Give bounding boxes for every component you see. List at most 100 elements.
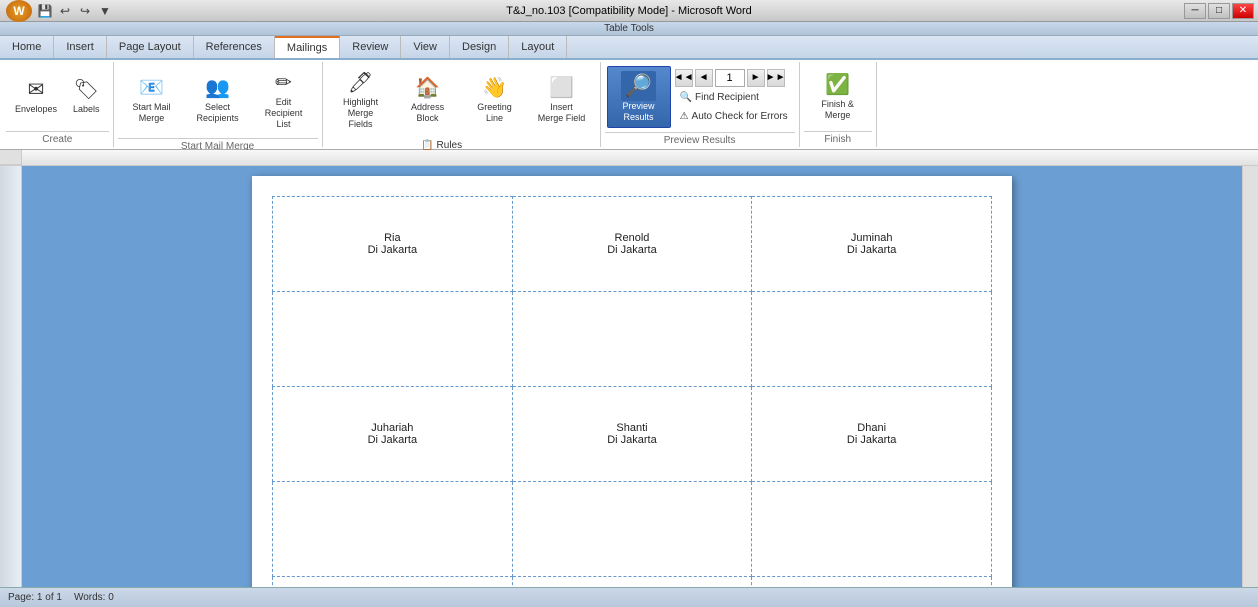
table-row <box>273 482 992 577</box>
select-recipients-icon: 👥 <box>205 76 230 100</box>
restore-button[interactable]: □ <box>1208 3 1230 19</box>
page-container[interactable]: RiaDi JakartaRenoldDi JakartaJuminahDi J… <box>22 166 1242 587</box>
tab-design[interactable]: Design <box>450 36 509 58</box>
window-title: T&J_no.103 [Compatibility Mode] - Micros… <box>506 5 752 17</box>
cell-location: Di Jakarta <box>517 434 748 446</box>
tab-page-layout[interactable]: Page Layout <box>107 36 194 58</box>
find-recipient-button[interactable]: 🔍 Find Recipient <box>675 89 793 106</box>
table-cell: DhaniDi Jakarta <box>752 387 992 482</box>
table-cell: Ade.SDi Jakarta| <box>752 577 992 588</box>
start-mail-merge-icon: 📧 <box>139 76 164 100</box>
edit-recipient-list-icon: ✏ <box>275 71 292 95</box>
vertical-scrollbar[interactable] <box>1242 166 1258 587</box>
status-bar: Page: 1 of 1 Words: 0 <box>0 587 1258 607</box>
finish-group-label: Finish <box>804 131 872 145</box>
table-cell <box>273 482 513 577</box>
dropdown-quick-btn[interactable]: ▼ <box>96 3 114 19</box>
finish-content: ✅ Finish & Merge <box>804 64 872 129</box>
preview-results-label: Preview Results <box>605 132 795 146</box>
auto-check-errors-button[interactable]: ⚠ Auto Check for Errors <box>675 108 793 125</box>
envelopes-icon: ✉ <box>28 78 45 102</box>
insert-merge-field-button[interactable]: ⬜ Insert Merge Field <box>530 70 594 130</box>
highlight-icon: 🖊 <box>348 71 373 95</box>
cell-location: Di Jakarta <box>277 244 508 256</box>
table-cell: RiaDi Jakarta <box>273 197 513 292</box>
quick-access-toolbar: W 💾 ↩ ↪ ▼ <box>4 0 114 22</box>
merge-table: RiaDi JakartaRenoldDi JakartaJuminahDi J… <box>272 196 992 587</box>
cell-location: Di Jakarta <box>756 434 987 446</box>
table-cell: ShantiDi Jakarta <box>512 387 752 482</box>
table-row: DzainalDi JakartaMaulanaDi JakartaAde.SD… <box>273 577 992 588</box>
save-quick-btn[interactable]: 💾 <box>36 3 54 19</box>
create-group-content: ✉ Envelopes 🏷 Labels <box>6 64 109 129</box>
ribbon-tabs: Home Insert Page Layout References Maili… <box>0 36 1258 58</box>
word-page: RiaDi JakartaRenoldDi JakartaJuminahDi J… <box>252 176 1012 587</box>
table-cell: MaulanaDi Jakarta <box>512 577 752 588</box>
create-group: ✉ Envelopes 🏷 Labels Create <box>2 62 114 147</box>
table-tools-header: Table Tools <box>0 22 1258 36</box>
finish-merge-icon: ✅ <box>825 73 850 97</box>
ribbon: Home Insert Page Layout References Maili… <box>0 36 1258 60</box>
tab-mailings[interactable]: Mailings <box>275 36 340 58</box>
greeting-line-icon: 👋 <box>482 76 507 100</box>
words-status: Words: 0 <box>74 592 114 603</box>
tab-references[interactable]: References <box>194 36 275 58</box>
cell-name: Shanti <box>517 422 748 434</box>
insert-merge-field-icon: ⬜ <box>549 76 574 100</box>
document-area: RiaDi JakartaRenoldDi JakartaJuminahDi J… <box>0 166 1258 587</box>
table-row: JuhariahDi JakartaShantiDi JakartaDhaniD… <box>273 387 992 482</box>
table-cell <box>512 482 752 577</box>
address-block-icon: 🏠 <box>415 76 440 100</box>
finish-merge-button[interactable]: ✅ Finish & Merge <box>806 67 870 127</box>
finish-group: ✅ Finish & Merge Finish <box>800 62 877 147</box>
nav-first-button[interactable]: ◄◄ <box>675 69 693 87</box>
cell-name: Ria <box>277 232 508 244</box>
table-cell: RenoldDi Jakarta <box>512 197 752 292</box>
table-cell: DzainalDi Jakarta <box>273 577 513 588</box>
labels-button[interactable]: 🏷 Labels <box>66 67 107 127</box>
preview-results-content: 🔎 Preview Results ◄◄ ◄ ► ►► 🔍 Find Recip… <box>605 64 795 130</box>
office-button[interactable]: W <box>6 0 32 22</box>
cell-name: Renold <box>517 232 748 244</box>
start-mail-merge-group: 📧 Start Mail Merge 👥 Select Recipients ✏… <box>114 62 323 147</box>
table-cell <box>273 292 513 387</box>
preview-results-button[interactable]: 🔎 Preview Results <box>607 66 671 128</box>
start-mail-merge-button[interactable]: 📧 Start Mail Merge <box>120 70 184 130</box>
tab-layout[interactable]: Layout <box>509 36 567 58</box>
table-cell: JuhariahDi Jakarta <box>273 387 513 482</box>
table-body: RiaDi JakartaRenoldDi JakartaJuminahDi J… <box>273 197 992 588</box>
horizontal-ruler <box>22 150 1258 165</box>
preview-results-group: 🔎 Preview Results ◄◄ ◄ ► ►► 🔍 Find Recip… <box>601 62 800 147</box>
highlight-merge-fields-button[interactable]: 🖊 Highlight Merge Fields <box>329 66 393 134</box>
tab-review[interactable]: Review <box>340 36 401 58</box>
table-row: RiaDi JakartaRenoldDi JakartaJuminahDi J… <box>273 197 992 292</box>
tab-home[interactable]: Home <box>0 36 54 58</box>
tab-insert[interactable]: Insert <box>54 36 107 58</box>
envelopes-button[interactable]: ✉ Envelopes <box>8 67 64 127</box>
nav-last-button[interactable]: ►► <box>767 69 785 87</box>
redo-quick-btn[interactable]: ↪ <box>76 3 94 19</box>
cell-location: Di Jakarta <box>517 244 748 256</box>
nav-prev-button[interactable]: ◄ <box>695 69 713 87</box>
window-controls: ─ □ ✕ <box>1184 3 1254 19</box>
table-cell <box>752 292 992 387</box>
ruler-corner <box>0 150 22 165</box>
ribbon-content: ✉ Envelopes 🏷 Labels Create 📧 Start Mail… <box>0 60 1258 150</box>
tab-view[interactable]: View <box>401 36 450 58</box>
auto-check-icon: ⚠ <box>680 111 689 122</box>
edit-recipient-list-button[interactable]: ✏ Edit Recipient List <box>252 66 316 134</box>
minimize-button[interactable]: ─ <box>1184 3 1206 19</box>
address-block-button[interactable]: 🏠 Address Block <box>396 70 460 130</box>
close-button[interactable]: ✕ <box>1232 3 1254 19</box>
cell-location: Di Jakarta <box>756 244 987 256</box>
vertical-ruler <box>0 166 22 587</box>
ruler-container <box>0 150 1258 166</box>
create-group-label: Create <box>6 131 109 145</box>
page-status: Page: 1 of 1 <box>8 592 62 603</box>
greeting-line-button[interactable]: 👋 Greeting Line <box>463 70 527 130</box>
nav-next-button[interactable]: ► <box>747 69 765 87</box>
current-record-input[interactable] <box>715 69 745 87</box>
table-cell <box>752 482 992 577</box>
undo-quick-btn[interactable]: ↩ <box>56 3 74 19</box>
select-recipients-button[interactable]: 👥 Select Recipients <box>186 70 250 130</box>
